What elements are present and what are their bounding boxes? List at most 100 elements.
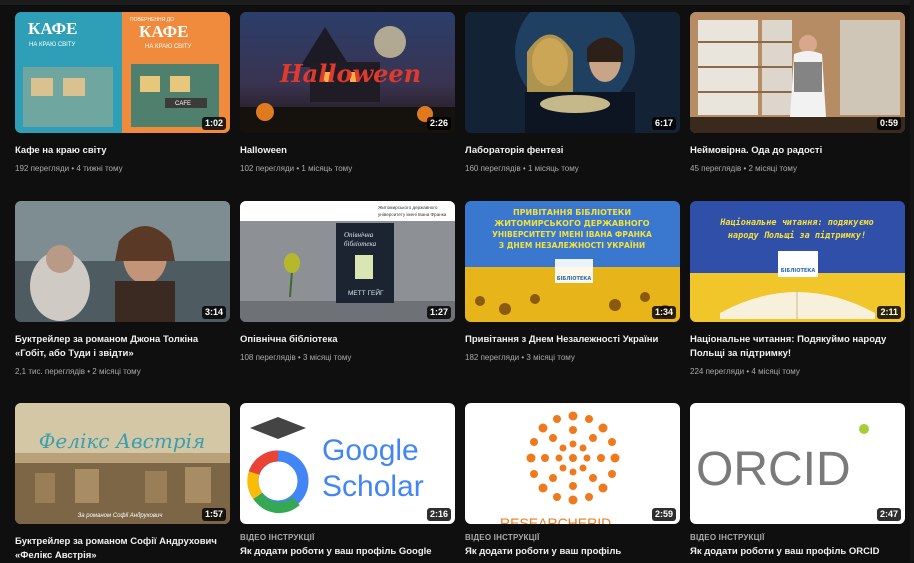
upload-age: 4 місяці тому bbox=[751, 367, 800, 376]
thumbnail-image bbox=[690, 12, 905, 133]
thumbnail-image: RESEARCHERID bbox=[465, 403, 680, 524]
thumbnail-image: Halloween bbox=[240, 12, 455, 133]
duration-badge: 1:27 bbox=[426, 306, 451, 319]
view-count: 182 перегляди bbox=[465, 353, 520, 362]
video-title[interactable]: Буктрейлер за романом Софії Андрухович «… bbox=[15, 535, 230, 563]
video-card[interactable]: Житомирського державного університету ім… bbox=[240, 201, 455, 363]
orcid-dot bbox=[859, 424, 869, 434]
section-tag: ВІДЕО ІНСТРУКЦІЇ bbox=[465, 533, 540, 542]
video-meta: 224 перегляди • 4 місяці тому bbox=[690, 367, 800, 376]
thumbnail-image: КАФЕ НА КРАЮ СВІТУ ПОВЕРНЕННЯ ДО КАФЕ НА… bbox=[15, 12, 230, 133]
thumb-text-3: УНІВЕРСИТЕТУ ІМЕНІ ІВАНА ФРАНКА bbox=[492, 230, 652, 239]
video-title[interactable]: Лабораторія фентезі bbox=[465, 144, 680, 158]
video-title[interactable]: Як додати роботи у ваш профіль Google bbox=[240, 545, 455, 559]
duration-badge: 1:34 bbox=[651, 306, 676, 319]
thumbnail-image: Google Scholar bbox=[240, 403, 455, 524]
duration-badge: 2:26 bbox=[426, 117, 451, 130]
thumbnail-image: Національне читання: подякуємо народу По… bbox=[690, 201, 905, 322]
video-card[interactable]: Google Scholar 2:16 ВІДЕО ІНСТРУКЦІЇ Як … bbox=[240, 403, 455, 559]
duration-badge: 1:57 bbox=[201, 508, 226, 521]
video-thumbnail[interactable]: Національне читання: подякуємо народу По… bbox=[690, 201, 905, 322]
thumb-text-2: народу Польщі за підтримку! bbox=[728, 230, 866, 241]
top-strip bbox=[0, 0, 914, 5]
video-title[interactable]: Буктрейлер за романом Джона Толкіна «Гоб… bbox=[15, 333, 230, 361]
view-count: 108 переглядів bbox=[240, 353, 296, 362]
thumb-text-1: Google bbox=[322, 434, 419, 467]
video-card[interactable]: ПРИВІТАННЯ БІБЛІОТЕКИ ЖИТОМИРСЬКОГО ДЕРЖ… bbox=[465, 201, 680, 363]
thumb-text-1: Фелікс Австрія bbox=[39, 429, 205, 453]
video-title[interactable]: Опівнічна бібліотека bbox=[240, 333, 455, 347]
section-tag: ВІДЕО ІНСТРУКЦІЇ bbox=[240, 533, 315, 542]
video-thumbnail[interactable]: Google Scholar 2:16 bbox=[240, 403, 455, 524]
video-card[interactable]: 3:14 Буктрейлер за романом Джона Толкіна… bbox=[15, 201, 230, 377]
thumbnail-image: Житомирського державного університету ім… bbox=[240, 201, 455, 322]
upload-age: 2 місяці тому bbox=[748, 164, 797, 173]
video-thumbnail[interactable]: Житомирського державного університету ім… bbox=[240, 201, 455, 322]
upload-age: 3 місяці тому bbox=[526, 353, 575, 362]
video-card[interactable]: Фелікс Австрія За романом Софії Андрухов… bbox=[15, 403, 230, 563]
video-meta: 182 перегляди • 3 місяці тому bbox=[465, 353, 575, 362]
video-meta: 2,1 тис. переглядів • 2 місяці тому bbox=[15, 367, 141, 376]
thumb-text-6: CAFE bbox=[175, 101, 191, 107]
video-thumbnail[interactable]: Halloween 2:26 bbox=[240, 12, 455, 133]
view-count: 102 перегляди bbox=[240, 164, 295, 173]
video-meta: 160 переглядів • 1 місяць тому bbox=[465, 164, 579, 173]
thumb-text-1: RESEARCHERID bbox=[500, 515, 611, 524]
thumb-text-2: За романом Софії Андрухович bbox=[78, 513, 163, 519]
video-title[interactable]: Як додати роботи у ваш профіль ORCID bbox=[690, 545, 905, 559]
thumb-text-2: НА КРАЮ СВІТУ bbox=[29, 42, 75, 48]
video-thumbnail[interactable]: ORCID 2:47 bbox=[690, 403, 905, 524]
video-meta: 108 переглядів • 3 місяці тому bbox=[240, 353, 352, 362]
video-card[interactable]: 0:59 Неймовірна. Ода до радості 45 перег… bbox=[690, 12, 905, 174]
view-count: 45 переглядів bbox=[690, 164, 742, 173]
video-card[interactable]: КАФЕ НА КРАЮ СВІТУ ПОВЕРНЕННЯ ДО КАФЕ НА… bbox=[15, 12, 230, 174]
thumb-text-1: Національне читання: подякуємо bbox=[719, 217, 874, 228]
view-count: 160 переглядів bbox=[465, 164, 521, 173]
thumb-text-1: Житомирського державного bbox=[378, 205, 438, 210]
video-thumbnail[interactable]: 0:59 bbox=[690, 12, 905, 133]
duration-badge: 2:47 bbox=[876, 508, 901, 521]
video-thumbnail[interactable]: 6:17 bbox=[465, 12, 680, 133]
video-card[interactable]: ORCID 2:47 ВІДЕО ІНСТРУКЦІЇ Як додати ро… bbox=[690, 403, 905, 559]
video-thumbnail[interactable]: 3:14 bbox=[15, 201, 230, 322]
duration-badge: 6:17 bbox=[651, 117, 676, 130]
video-card[interactable]: 6:17 Лабораторія фентезі 160 переглядів … bbox=[465, 12, 680, 174]
thumbnail-image bbox=[465, 12, 680, 133]
video-title[interactable]: Національне читання: Подякуймо народу По… bbox=[690, 333, 905, 361]
video-card[interactable]: Halloween 2:26 Halloween 102 перегляди •… bbox=[240, 12, 455, 174]
thumb-text-4: КАФЕ bbox=[139, 22, 188, 41]
thumb-text-2: університету імені Івана Франка bbox=[378, 212, 447, 217]
video-thumbnail[interactable]: RESEARCHERID 2:59 bbox=[465, 403, 680, 524]
thumbnail-image: Фелікс Австрія За романом Софії Андрухов… bbox=[15, 403, 230, 524]
upload-age: 3 місяці тому bbox=[302, 353, 352, 362]
scrollbar-track[interactable] bbox=[910, 0, 914, 561]
thumb-text-1: ПРИВІТАННЯ БІБЛІОТЕКИ bbox=[513, 208, 631, 217]
video-thumbnail[interactable]: ПРИВІТАННЯ БІБЛІОТЕКИ ЖИТОМИРСЬКОГО ДЕРЖ… bbox=[465, 201, 680, 322]
video-meta: 102 перегляди • 1 місяць тому bbox=[240, 164, 353, 173]
upload-age: 2 місяці тому bbox=[92, 367, 141, 376]
thumb-text-1: КАФЕ bbox=[28, 19, 77, 38]
view-count: 2,1 тис. переглядів bbox=[15, 367, 86, 376]
section-tag: ВІДЕО ІНСТРУКЦІЇ bbox=[690, 533, 765, 542]
thumbnail-image: ПРИВІТАННЯ БІБЛІОТЕКИ ЖИТОМИРСЬКОГО ДЕРЖ… bbox=[465, 201, 680, 322]
duration-badge: 1:02 bbox=[201, 117, 226, 130]
video-card[interactable]: RESEARCHERID 2:59 ВІДЕО ІНСТРУКЦІЇ Як до… bbox=[465, 403, 680, 559]
video-title[interactable]: Привітання з Днем Незалежності України bbox=[465, 333, 680, 347]
thumb-text-4: З ДНЕМ НЕЗАЛЕЖНОСТІ УКРАЇНИ bbox=[499, 241, 645, 250]
video-thumbnail[interactable]: Фелікс Австрія За романом Софії Андрухов… bbox=[15, 403, 230, 524]
thumbnail-image bbox=[15, 201, 230, 322]
video-title[interactable]: Кафе на краю світу bbox=[15, 144, 230, 158]
video-card[interactable]: Національне читання: подякуємо народу По… bbox=[690, 201, 905, 377]
duration-badge: 3:14 bbox=[201, 306, 226, 319]
video-title[interactable]: Як додати роботи у ваш профіль bbox=[465, 545, 680, 559]
video-thumbnail[interactable]: КАФЕ НА КРАЮ СВІТУ ПОВЕРНЕННЯ ДО КАФЕ НА… bbox=[15, 12, 230, 133]
upload-age: 1 місяць тому bbox=[527, 164, 579, 173]
thumb-text-1: ORCID bbox=[696, 443, 851, 496]
view-count: 192 перегляди bbox=[15, 164, 70, 173]
video-title[interactable]: Halloween bbox=[240, 144, 455, 158]
upload-age: 4 тижні тому bbox=[76, 164, 123, 173]
thumb-text-3: БІБЛІОТЕКА bbox=[781, 268, 816, 274]
video-meta: 192 перегляди • 4 тижні тому bbox=[15, 164, 123, 173]
video-title[interactable]: Неймовірна. Ода до радості bbox=[690, 144, 905, 158]
duration-badge: 0:59 bbox=[876, 117, 901, 130]
